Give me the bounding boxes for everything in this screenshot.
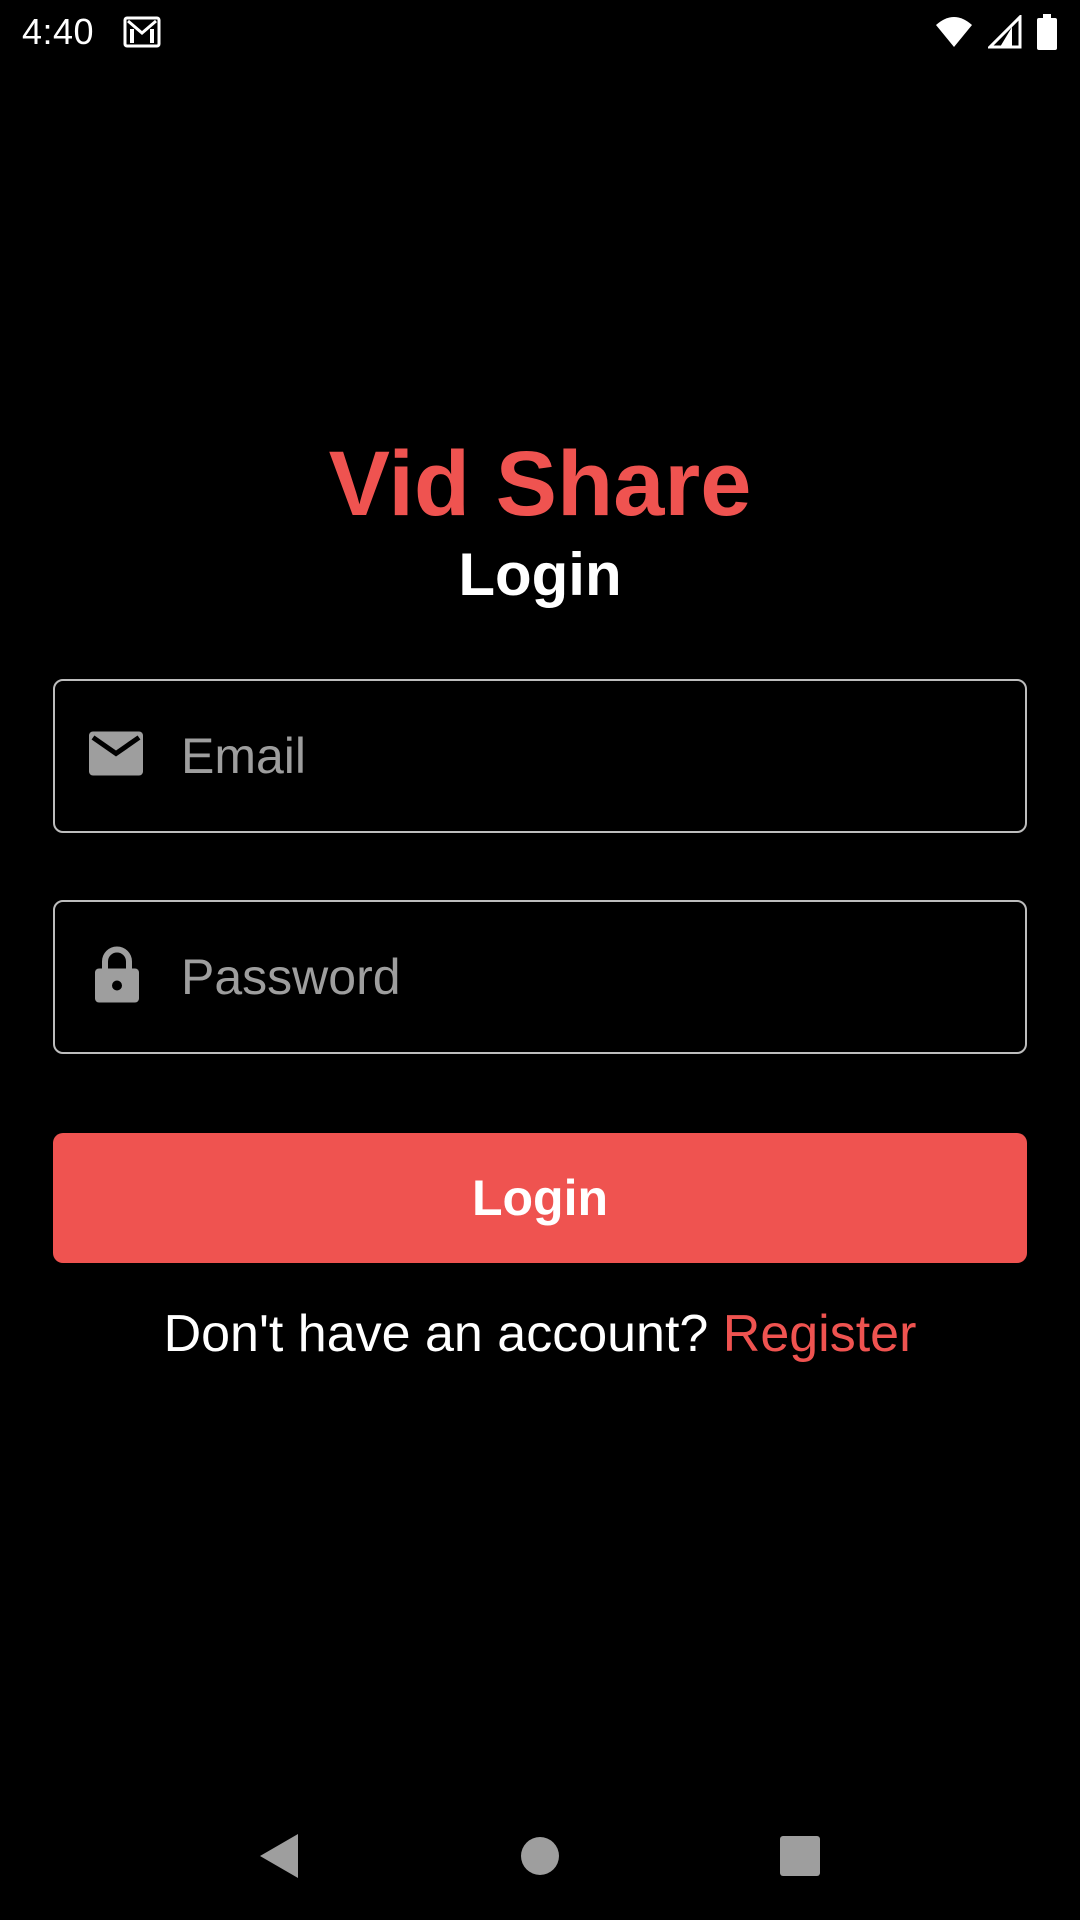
password-field[interactable] xyxy=(53,900,1027,1054)
register-prompt-text: Don't have an account? xyxy=(163,1305,723,1363)
email-field[interactable] xyxy=(53,679,1027,833)
home-icon xyxy=(520,1836,560,1876)
page-title: Login xyxy=(458,541,622,608)
back-icon xyxy=(258,1832,302,1880)
home-button[interactable] xyxy=(495,1811,585,1901)
back-button[interactable] xyxy=(235,1811,325,1901)
status-time: 4:40 xyxy=(22,11,95,52)
email-input[interactable] xyxy=(181,681,1005,831)
register-prompt: Don't have an account? Register xyxy=(0,1304,1080,1364)
gmail-icon xyxy=(122,15,162,49)
recents-icon xyxy=(780,1836,820,1876)
password-input[interactable] xyxy=(181,902,1005,1052)
login-screen: 4:40 Vid Share Login Email Login Don't h… xyxy=(0,0,1080,1920)
wifi-icon xyxy=(934,15,974,49)
signal-icon xyxy=(988,15,1022,49)
lock-icon xyxy=(95,946,139,1008)
mail-icon xyxy=(89,731,143,781)
app-title: Vid Share xyxy=(328,433,752,535)
status-bar: 4:40 xyxy=(0,0,1080,64)
login-button[interactable]: Login xyxy=(53,1133,1027,1263)
status-left: 4:40 xyxy=(22,11,162,53)
recents-button[interactable] xyxy=(755,1811,845,1901)
system-nav-bar xyxy=(0,1792,1080,1920)
status-right xyxy=(934,14,1058,50)
battery-icon xyxy=(1036,14,1058,50)
register-link[interactable]: Register xyxy=(723,1305,917,1363)
